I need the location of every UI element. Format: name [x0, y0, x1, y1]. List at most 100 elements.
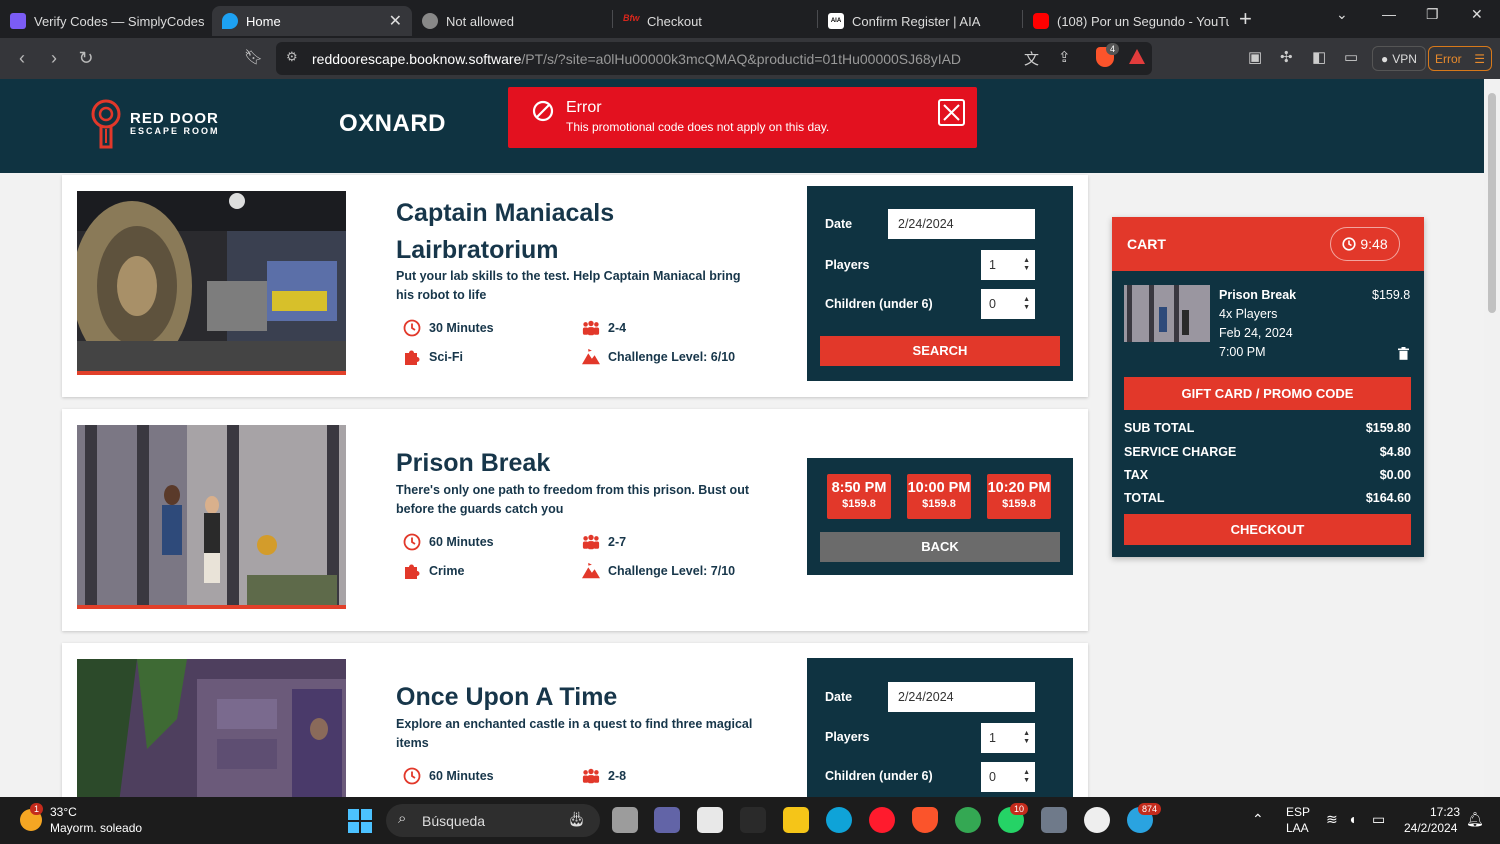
- players-value: 1: [989, 258, 996, 272]
- spinner-arrows-icon[interactable]: ▲ ▼: [1023, 296, 1030, 312]
- time-slot-button[interactable]: 8:50 PM $159.8: [827, 474, 891, 519]
- back-arrow-icon[interactable]: ‹: [6, 48, 38, 69]
- date-input[interactable]: 2/24/2024: [888, 682, 1035, 712]
- tab-search-chevron-icon[interactable]: ⌄: [1336, 6, 1348, 23]
- tab-checkout[interactable]: Bfw Checkout: [613, 6, 817, 36]
- red-door-logo[interactable]: RED DOOR ESCAPE ROOM: [90, 99, 220, 149]
- spinner-arrows-icon[interactable]: ▲ ▼: [1023, 730, 1030, 746]
- mountain-icon: [582, 348, 600, 365]
- children-stepper[interactable]: 0 ▲ ▼: [981, 289, 1035, 319]
- wallet-icon[interactable]: ▭: [1344, 48, 1358, 66]
- scrollbar-thumb[interactable]: [1488, 93, 1496, 313]
- tab-not-allowed[interactable]: Not allowed: [412, 6, 612, 36]
- room-photo-prison[interactable]: [77, 425, 346, 609]
- subtotal-value: $159.80: [1365, 421, 1411, 435]
- cart-item-players: 4x Players: [1219, 307, 1278, 321]
- tab-youtube[interactable]: (108) Por un Segundo - YouTube: [1023, 6, 1229, 36]
- error-message: This promotional code does not apply on …: [566, 120, 830, 134]
- vpn-button[interactable]: ● VPN: [1372, 46, 1426, 71]
- room-title[interactable]: Once Upon A Time: [396, 679, 696, 716]
- tab-home[interactable]: Home ✕: [212, 6, 412, 36]
- tab-verify-codes[interactable]: Verify Codes — SimplyCodes: [0, 6, 206, 36]
- site-settings-icon[interactable]: ⚙︎: [286, 49, 298, 65]
- tab-confirm-register[interactable]: AIA Confirm Register | AIA: [818, 6, 1022, 36]
- keyboard-layout[interactable]: LAA: [1286, 821, 1309, 835]
- challenge-text: Challenge Level: 7/10: [608, 564, 736, 578]
- slot-price: $159.8: [922, 498, 956, 510]
- children-stepper[interactable]: 0 ▲ ▼: [981, 762, 1035, 792]
- room-title[interactable]: Prison Break: [396, 445, 656, 482]
- restore-icon[interactable]: ❐: [1426, 6, 1439, 23]
- spinner-arrows-icon[interactable]: ▲ ▼: [1023, 769, 1030, 785]
- microsoft-store-icon[interactable]: [697, 807, 723, 833]
- chrome-icon[interactable]: [955, 807, 981, 833]
- notification-bell-icon[interactable]: 🔔︎: [1466, 811, 1484, 828]
- reload-icon[interactable]: ↻: [70, 48, 102, 69]
- trash-icon[interactable]: [1398, 347, 1409, 360]
- opera-icon[interactable]: [869, 807, 895, 833]
- room-card-captain-maniacals: Captain Maniacals Lairbratorium Put your…: [62, 175, 1088, 397]
- taskbar-search-input[interactable]: ⌕ Búsqueda 🎂︎: [386, 804, 600, 837]
- forward-arrow-icon[interactable]: ›: [38, 48, 70, 69]
- language-code[interactable]: ESP: [1286, 805, 1310, 819]
- clock-date[interactable]: 24/2/2024: [1404, 821, 1457, 835]
- share-icon[interactable]: ⇪: [1058, 48, 1071, 66]
- tax-row: TAX $0.00: [1124, 468, 1411, 482]
- calculator-icon[interactable]: [1041, 807, 1067, 833]
- date-input[interactable]: 2/24/2024: [888, 209, 1035, 239]
- translate-icon[interactable]: 文: [1024, 48, 1039, 69]
- bookmark-icon[interactable]: 🔖︎: [244, 48, 263, 66]
- search-button[interactable]: SEARCH: [820, 336, 1060, 366]
- gift-card-promo-button[interactable]: GIFT CARD / PROMO CODE: [1124, 377, 1411, 410]
- app-clock-icon[interactable]: [1084, 807, 1110, 833]
- time-slot-button[interactable]: 10:00 PM $159.8: [907, 474, 971, 519]
- volume-icon[interactable]: ◖: [1348, 811, 1356, 827]
- clock-time[interactable]: 17:23: [1430, 805, 1460, 819]
- new-tab-plus-icon[interactable]: +: [1239, 6, 1252, 32]
- booking-form: Date 2/24/2024 Players 1 ▲ ▼ Children (un…: [807, 658, 1073, 797]
- url-path: /PT/s/?site=a0lHu00000k3mcQMAQ&productid…: [521, 50, 962, 67]
- terminal-icon[interactable]: [740, 807, 766, 833]
- file-explorer-icon[interactable]: [783, 807, 809, 833]
- browser-error-menu-button[interactable]: Error ☰: [1428, 46, 1492, 71]
- total-value: $164.60: [1365, 491, 1411, 505]
- brave-rewards-icon[interactable]: [1129, 49, 1145, 64]
- booking-form: Date 2/24/2024 Players 1 ▲ ▼ Children (un…: [807, 186, 1073, 381]
- minimize-icon[interactable]: —: [1382, 6, 1396, 22]
- brave-browser-icon[interactable]: [912, 807, 938, 833]
- battery-icon[interactable]: ▭: [1372, 811, 1385, 828]
- players-stepper[interactable]: 1 ▲ ▼: [981, 723, 1035, 753]
- weather-description: Mayorm. soleado: [50, 821, 143, 835]
- teams-chat-icon[interactable]: [654, 807, 680, 833]
- room-photo-lab[interactable]: [77, 191, 346, 375]
- room-title[interactable]: Captain Maniacals Lairbratorium: [396, 195, 656, 269]
- sidebar-icon[interactable]: ◧: [1312, 48, 1326, 66]
- windows-start-icon[interactable]: [348, 809, 372, 833]
- players-label: Players: [825, 730, 870, 744]
- close-window-icon[interactable]: ✕: [1471, 6, 1483, 23]
- spinner-arrows-icon[interactable]: ▲ ▼: [1023, 257, 1030, 273]
- error-close-icon[interactable]: [938, 99, 965, 126]
- room-description: Explore an enchanted castle in a quest t…: [396, 717, 753, 750]
- back-button[interactable]: BACK: [820, 532, 1060, 562]
- checkout-button[interactable]: CHECKOUT: [1124, 514, 1411, 545]
- tab-label: Home: [246, 13, 281, 29]
- extension-icon[interactable]: ▣: [1248, 48, 1262, 66]
- error-label: Error: [1435, 51, 1462, 66]
- puzzle-extensions-icon[interactable]: ✣: [1280, 48, 1293, 66]
- players-text: 2-7: [608, 535, 627, 549]
- weather-badge: 1: [30, 803, 44, 815]
- address-bar[interactable]: ⚙︎ reddoorescape.booknow.software/PT/s/?…: [276, 42, 1152, 75]
- wifi-icon[interactable]: ≋: [1326, 811, 1338, 828]
- time-slot-button[interactable]: 10:20 PM $159.8: [987, 474, 1051, 519]
- task-view-icon[interactable]: [612, 807, 638, 833]
- location-title: OXNARD: [339, 110, 447, 137]
- room-challenge: Challenge Level: 6/10: [582, 348, 735, 366]
- room-players: 2-8: [582, 767, 626, 785]
- page-scrollbar[interactable]: [1484, 79, 1500, 797]
- players-stepper[interactable]: 1 ▲ ▼: [981, 250, 1035, 280]
- tray-chevron-icon[interactable]: ⌃: [1252, 811, 1264, 828]
- room-photo-castle[interactable]: [77, 659, 346, 797]
- tab-close-icon[interactable]: ✕: [381, 11, 402, 31]
- edge-browser-icon[interactable]: [826, 807, 852, 833]
